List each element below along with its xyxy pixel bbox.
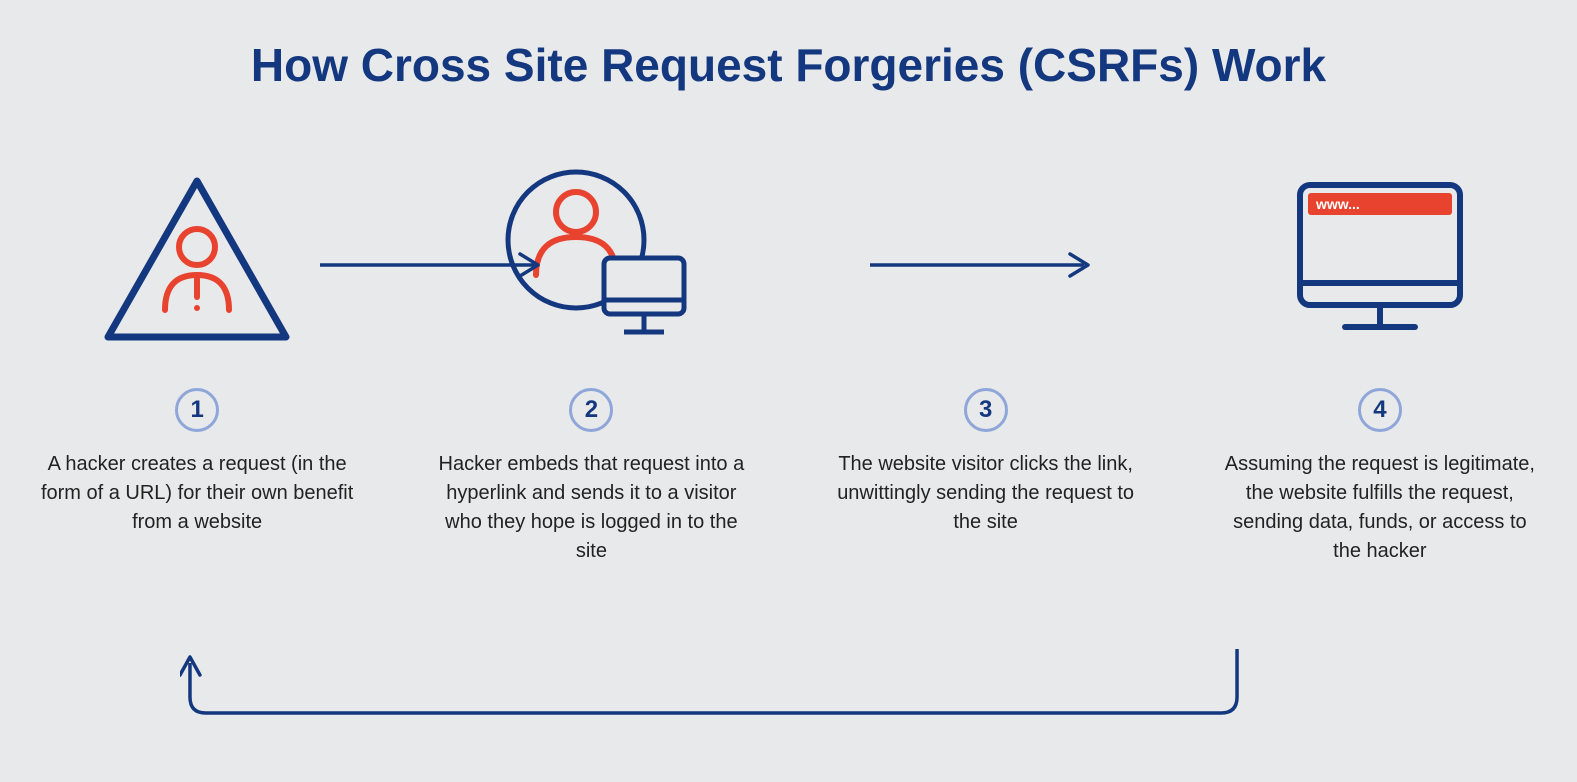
step-3: 3 The website visitor clicks the link, u… bbox=[816, 160, 1156, 537]
steps-row: 1 A hacker creates a request (in the for… bbox=[0, 160, 1577, 566]
return-arrow-4-1 bbox=[180, 649, 1247, 734]
step-number-4: 4 bbox=[1358, 388, 1402, 432]
step-number-2: 2 bbox=[569, 388, 613, 432]
step-desc-2: Hacker embeds that request into a hyperl… bbox=[421, 450, 761, 566]
hacker-warning-icon bbox=[102, 160, 292, 360]
step-1: 1 A hacker creates a request (in the for… bbox=[27, 160, 367, 537]
malicious-site-icon: www... bbox=[1290, 160, 1470, 360]
arrow-1-2 bbox=[320, 250, 550, 280]
step-4: www... 4 Assuming the request is legitim… bbox=[1210, 160, 1550, 566]
arrow-2-3 bbox=[870, 250, 1100, 280]
step-desc-3: The website visitor clicks the link, unw… bbox=[816, 450, 1156, 537]
step-number-3: 3 bbox=[964, 388, 1008, 432]
step-2: 2 Hacker embeds that request into a hype… bbox=[421, 160, 761, 566]
browser-url-label: www... bbox=[1315, 196, 1360, 212]
step-number-1: 1 bbox=[175, 388, 219, 432]
step-desc-4: Assuming the request is legitimate, the … bbox=[1210, 450, 1550, 566]
diagram-title: How Cross Site Request Forgeries (CSRFs)… bbox=[0, 0, 1577, 92]
step-desc-1: A hacker creates a request (in the form … bbox=[27, 450, 367, 537]
